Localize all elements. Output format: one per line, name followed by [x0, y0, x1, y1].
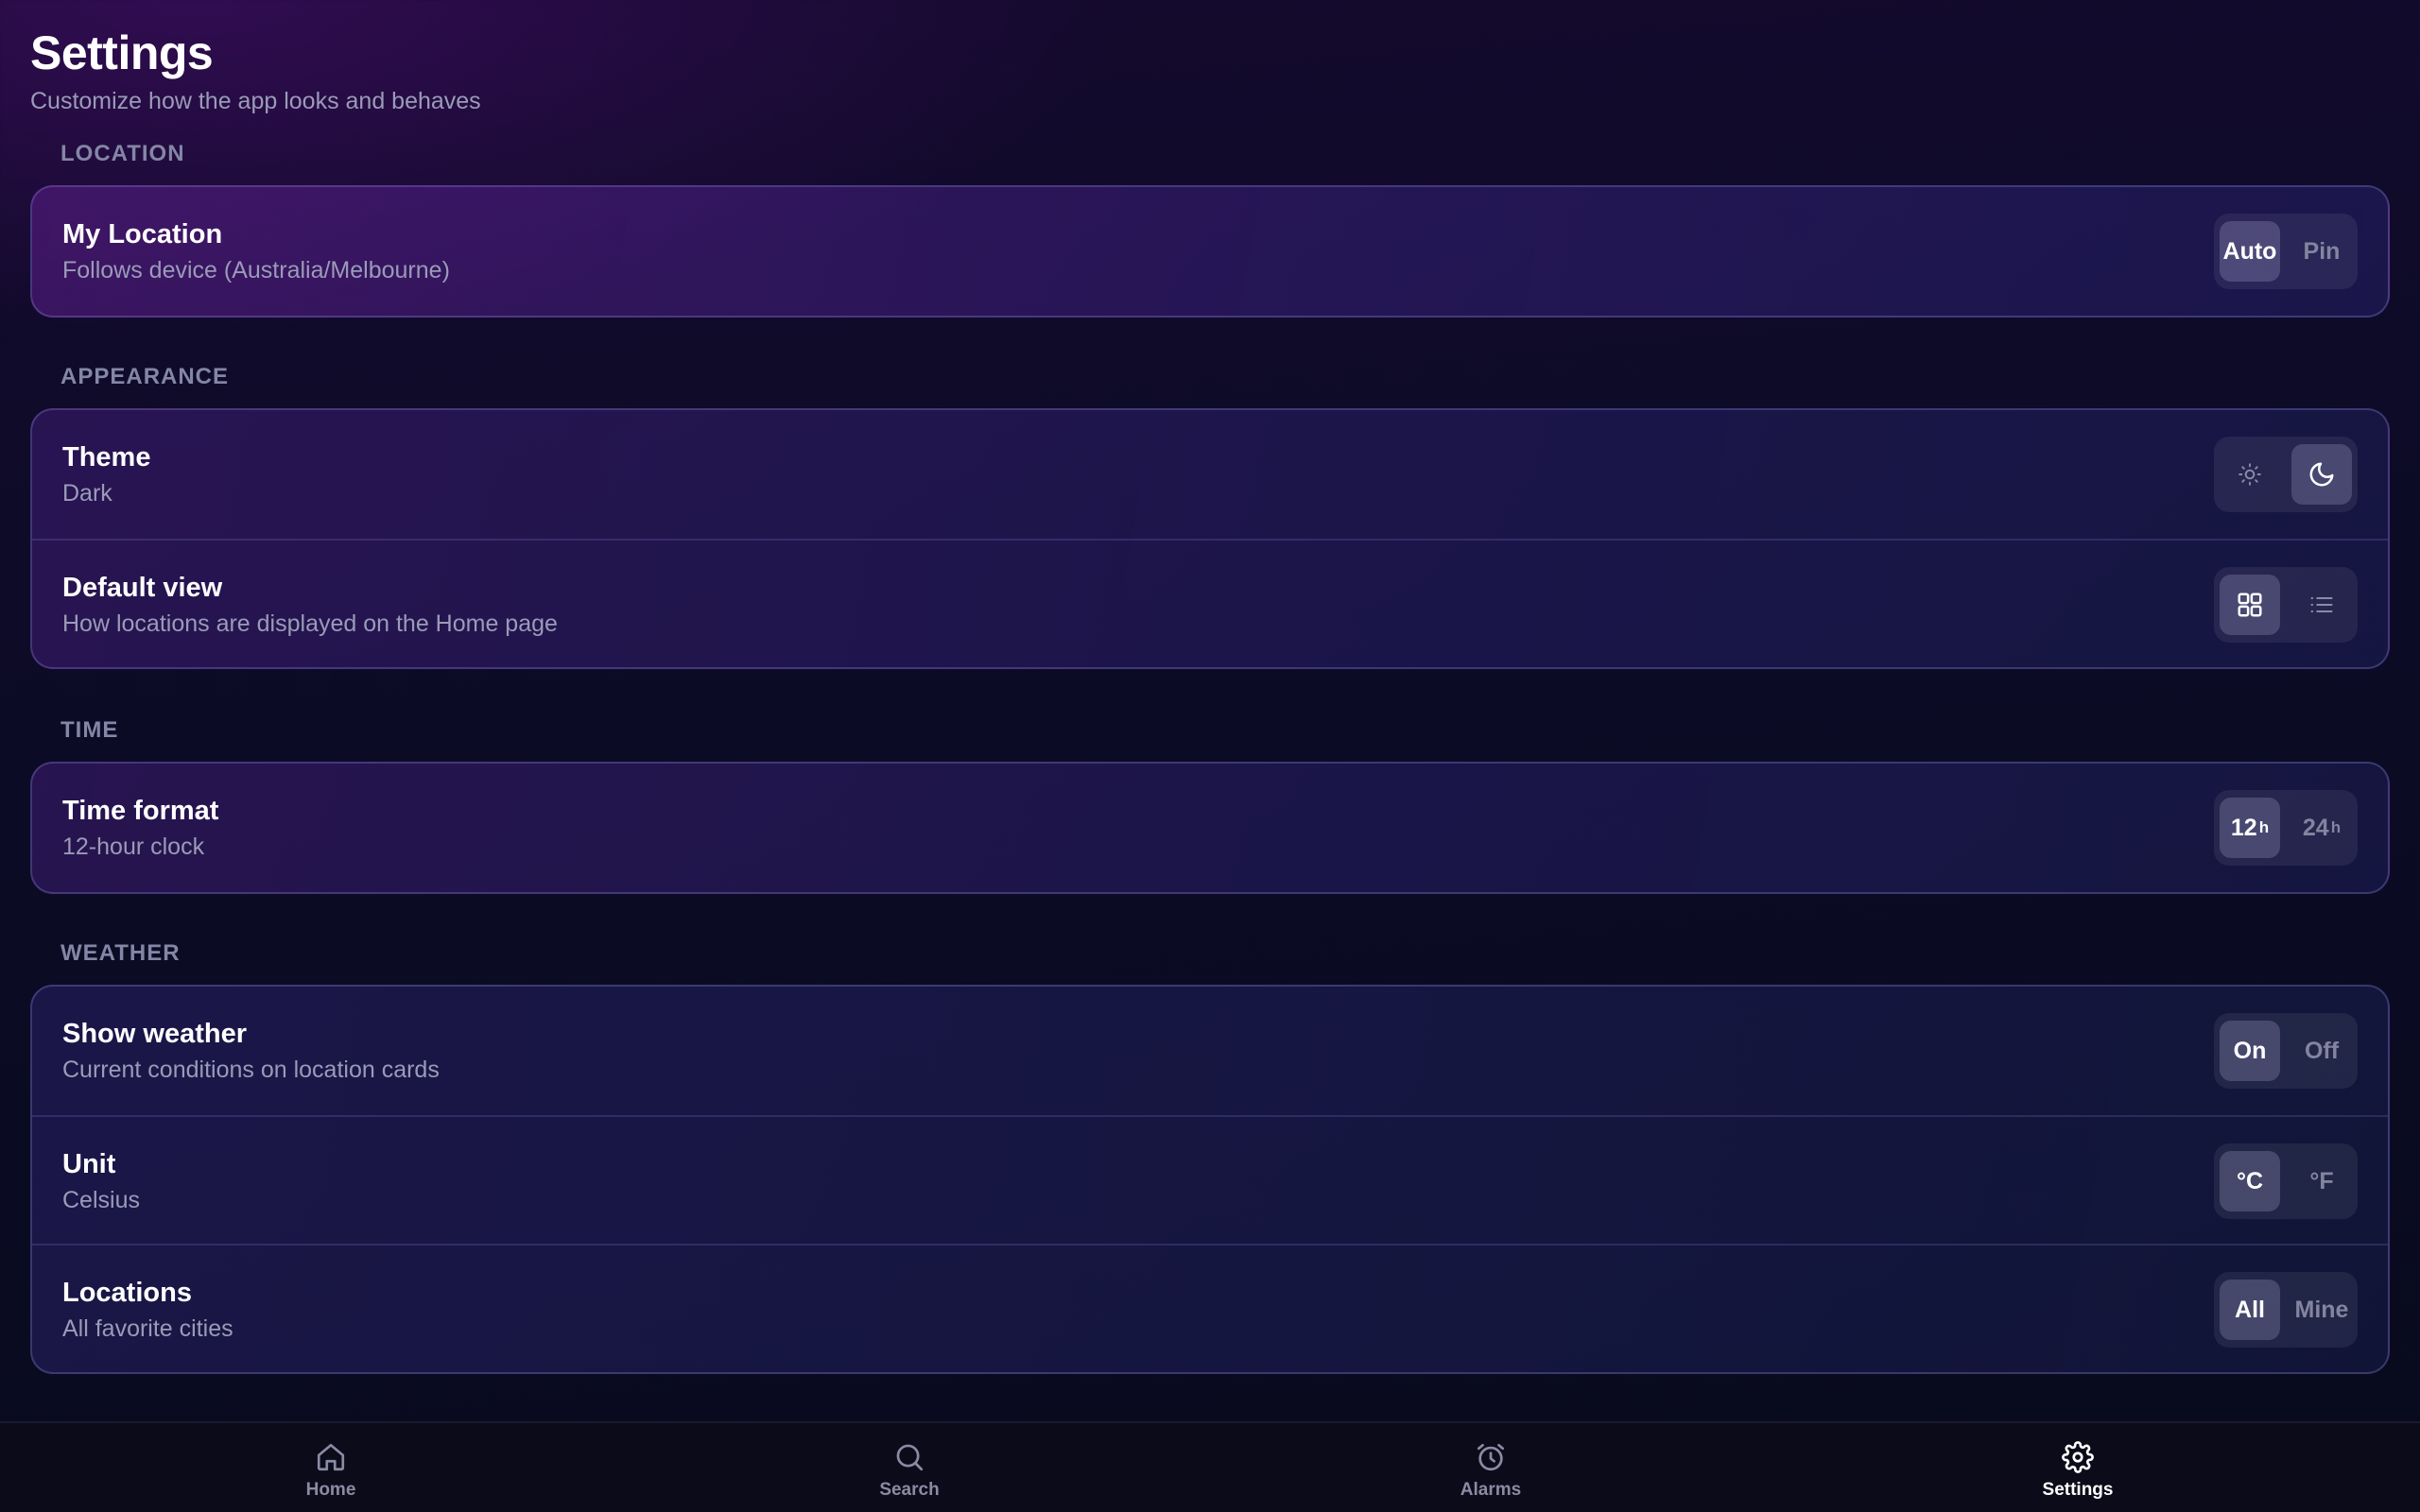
locations-all-option[interactable]: All	[2220, 1280, 2280, 1340]
unit-celsius-option[interactable]: °C	[2220, 1151, 2280, 1211]
setting-subtitle: How locations are displayed on the Home …	[62, 610, 558, 637]
setting-title: My Location	[62, 219, 223, 249]
time-12h-suffix: h	[2258, 818, 2270, 836]
sun-icon	[2238, 462, 2262, 487]
time-24h-option[interactable]: 24 h	[2291, 798, 2352, 858]
moon-icon	[2308, 460, 2336, 489]
section-label-location: LOCATION	[60, 141, 185, 166]
setting-subtitle: Current conditions on location cards	[62, 1057, 440, 1083]
theme-dark-option[interactable]	[2291, 444, 2352, 505]
view-list-option[interactable]	[2291, 575, 2352, 635]
nav-item-alarms[interactable]: Alarms	[1415, 1423, 1566, 1512]
time-24h-value: 24	[2302, 814, 2329, 841]
default-view-segmented-control	[2214, 567, 2358, 643]
setting-subtitle: Follows device (Australia/Melbourne)	[62, 257, 450, 284]
grid-icon	[2236, 591, 2264, 619]
setting-row-my-location: My Location Follows device (Australia/Me…	[32, 187, 2388, 316]
section-label-time: TIME	[60, 717, 119, 743]
weather-off-option[interactable]: Off	[2291, 1021, 2352, 1081]
home-icon	[314, 1440, 348, 1474]
bottom-nav: Home Search Alarms Settings	[0, 1421, 2420, 1512]
setting-row-time-format: Time format 12-hour clock 12 h 24 h	[32, 764, 2388, 892]
nav-item-settings[interactable]: Settings	[2002, 1423, 2153, 1512]
theme-segmented-control	[2214, 437, 2358, 512]
location-mode-segmented-control: Auto Pin	[2214, 214, 2358, 289]
setting-subtitle: All favorite cities	[62, 1315, 233, 1342]
nav-label: Home	[305, 1480, 356, 1500]
setting-title: Time format	[62, 796, 219, 826]
nav-item-home[interactable]: Home	[255, 1423, 406, 1512]
setting-title: Default view	[62, 573, 223, 603]
setting-row-show-weather: Show weather Current conditions on locat…	[32, 987, 2388, 1115]
search-icon	[892, 1440, 926, 1474]
location-auto-option[interactable]: Auto	[2220, 221, 2280, 282]
time-12h-value: 12	[2230, 814, 2257, 841]
unit-fahrenheit-option[interactable]: °F	[2291, 1151, 2352, 1211]
weather-on-option[interactable]: On	[2220, 1021, 2280, 1081]
list-icon	[2308, 592, 2335, 618]
gear-icon	[2061, 1440, 2095, 1474]
location-card: My Location Follows device (Australia/Me…	[30, 185, 2390, 318]
nav-label: Search	[879, 1480, 940, 1500]
view-grid-option[interactable]	[2220, 575, 2280, 635]
setting-title: Show weather	[62, 1019, 247, 1049]
setting-row-locations: Locations All favorite cities All Mine	[32, 1244, 2388, 1372]
time-card: Time format 12-hour clock 12 h 24 h	[30, 762, 2390, 894]
nav-item-search[interactable]: Search	[834, 1423, 985, 1512]
section-label-appearance: APPEARANCE	[60, 364, 230, 389]
page-title: Settings	[30, 26, 214, 79]
location-pin-option[interactable]: Pin	[2291, 221, 2352, 282]
locations-segmented-control: All Mine	[2214, 1272, 2358, 1348]
section-label-weather: WEATHER	[60, 940, 181, 966]
setting-title: Locations	[62, 1278, 192, 1308]
nav-label: Settings	[2042, 1480, 2114, 1500]
setting-subtitle: Dark	[62, 480, 112, 507]
page-subtitle: Customize how the app looks and behaves	[30, 88, 481, 114]
appearance-card: Theme Dark Default view How locations ar…	[30, 408, 2390, 669]
nav-label: Alarms	[1460, 1480, 1522, 1500]
alarm-clock-icon	[1474, 1440, 1508, 1474]
setting-subtitle: Celsius	[62, 1187, 140, 1213]
theme-light-option[interactable]	[2220, 444, 2280, 505]
setting-row-default-view: Default view How locations are displayed…	[32, 539, 2388, 667]
time-12h-option[interactable]: 12 h	[2220, 798, 2280, 858]
setting-row-unit: Unit Celsius °C °F	[32, 1115, 2388, 1244]
show-weather-segmented-control: On Off	[2214, 1013, 2358, 1089]
weather-card: Show weather Current conditions on locat…	[30, 985, 2390, 1374]
time-format-segmented-control: 12 h 24 h	[2214, 790, 2358, 866]
setting-row-theme: Theme Dark	[32, 410, 2388, 539]
setting-title: Unit	[62, 1149, 116, 1179]
time-24h-suffix: h	[2330, 818, 2342, 836]
locations-mine-option[interactable]: Mine	[2291, 1280, 2352, 1340]
setting-title: Theme	[62, 442, 151, 472]
unit-segmented-control: °C °F	[2214, 1143, 2358, 1219]
setting-subtitle: 12-hour clock	[62, 833, 205, 860]
